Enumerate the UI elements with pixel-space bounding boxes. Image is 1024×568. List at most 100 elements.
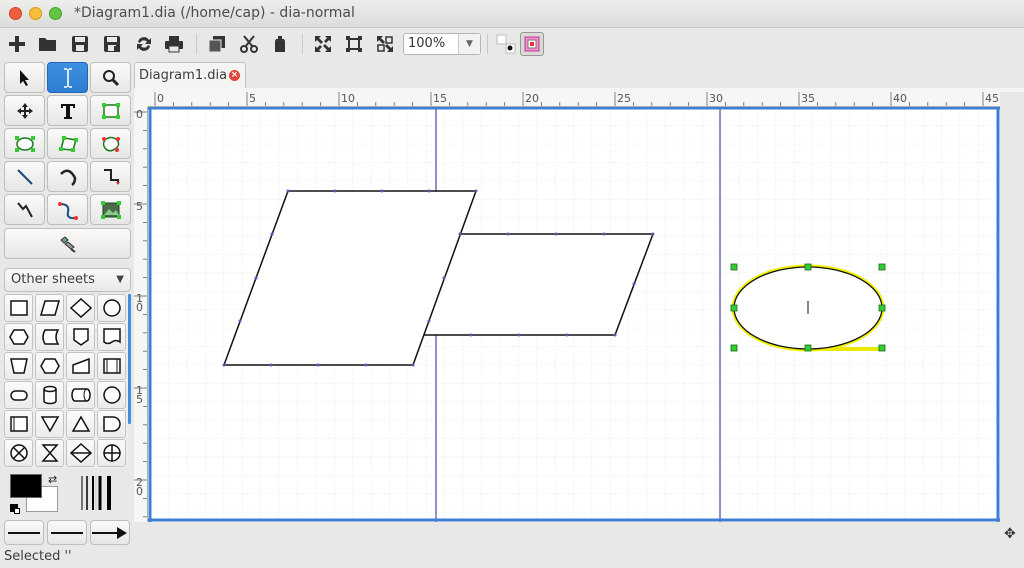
polyline-icon[interactable] — [4, 194, 45, 225]
magnify-icon[interactable] — [90, 62, 131, 93]
zigzag-icon[interactable] — [90, 161, 131, 192]
scroll-icon[interactable] — [4, 95, 45, 126]
navigation-icon[interactable]: ✥ — [1004, 526, 1016, 542]
outline-icon[interactable] — [4, 228, 131, 259]
chevron-down-icon[interactable]: ▼ — [458, 34, 480, 54]
flow-stored-data-shape[interactable] — [35, 323, 64, 351]
ruler-label: 25 — [617, 92, 631, 105]
ruler-label: 5 — [136, 200, 143, 213]
default-colors-icon[interactable] — [10, 504, 20, 514]
flow-extract-shape[interactable] — [66, 410, 95, 438]
copy-icon[interactable] — [205, 32, 229, 56]
open-icon[interactable] — [36, 32, 60, 56]
flow-merge-shape[interactable] — [35, 410, 64, 438]
text-icon[interactable] — [47, 95, 88, 126]
ruler-label: 0 — [136, 108, 143, 121]
flow-document-shape[interactable] — [97, 323, 126, 351]
flow-terminal-shape[interactable] — [4, 381, 33, 409]
ruler-label: 20 — [525, 92, 539, 105]
ruler-label: 10 — [341, 92, 355, 105]
ruler-label: 40 — [893, 92, 907, 105]
tab-label: Diagram1.dia — [139, 68, 228, 83]
flow-circle-shape[interactable] — [97, 381, 126, 409]
line-style-selector[interactable] — [47, 520, 87, 545]
sheet-selector-value: Other sheets — [11, 272, 95, 287]
flow-manual-op-shape[interactable] — [4, 352, 33, 380]
chevron-down-icon: ▼ — [116, 274, 124, 285]
window-title: *Diagram1.dia (/home/cap) - dia-normal — [74, 5, 355, 21]
flow-collate-shape[interactable] — [35, 439, 64, 467]
flow-internal-storage-shape[interactable] — [4, 410, 33, 438]
flow-connector-shape[interactable] — [97, 294, 126, 322]
flow-or-shape[interactable] — [97, 439, 126, 467]
flow-data-shape[interactable] — [35, 294, 64, 322]
flow-disk-shape[interactable] — [35, 381, 64, 409]
ruler-label: 5 — [249, 92, 256, 105]
flow-decision-shape[interactable] — [66, 294, 95, 322]
color-area: ⇄ — [4, 470, 131, 518]
sheet-selector[interactable]: Other sheets ▼ — [4, 268, 131, 292]
flow-preparation-shape[interactable] — [4, 323, 33, 351]
cut-icon[interactable] — [237, 32, 261, 56]
arc-icon[interactable] — [47, 161, 88, 192]
fullscreen-icon[interactable] — [373, 32, 397, 56]
box-icon[interactable] — [90, 95, 131, 126]
close-tab-icon[interactable]: × — [229, 70, 240, 81]
new-icon[interactable] — [5, 32, 29, 56]
flow-predefined-shape[interactable] — [97, 352, 126, 380]
flow-process-shape[interactable] — [4, 294, 33, 322]
parallelogram-shape[interactable] — [421, 232, 655, 337]
print-icon[interactable] — [162, 32, 186, 56]
ellipse-icon[interactable] — [4, 128, 45, 159]
line-style-row — [4, 520, 131, 546]
main-toolbar — [0, 28, 1024, 60]
tab-bar: Diagram1.dia × — [134, 62, 1024, 88]
zoom-value[interactable]: 100% — [408, 36, 445, 51]
end-arrow-selector[interactable] — [90, 520, 130, 545]
pointer-icon[interactable] — [4, 62, 45, 93]
zoom-combo[interactable]: 100% ▼ — [403, 33, 481, 55]
line-icon[interactable] — [4, 161, 45, 192]
flow-summing-junction-shape[interactable] — [4, 439, 33, 467]
image-icon[interactable] — [90, 194, 131, 225]
maximize-window-button[interactable] — [49, 7, 62, 20]
status-bar: Selected '' — [0, 546, 1024, 568]
polygon-icon[interactable] — [47, 128, 88, 159]
zoom-fit-icon[interactable] — [342, 32, 366, 56]
tab-diagram1[interactable]: Diagram1.dia × — [134, 62, 246, 88]
ruler-label: 35 — [801, 92, 815, 105]
object-snap-icon[interactable] — [520, 32, 544, 56]
ruler-label: 15 — [433, 92, 447, 105]
snap-grid-icon[interactable] — [494, 32, 518, 56]
minimize-window-button[interactable] — [29, 7, 42, 20]
vertical-scrollbar[interactable] — [1000, 92, 1024, 524]
ellipse-shape[interactable] — [730, 263, 886, 352]
horizontal-scrollbar[interactable] — [134, 524, 1000, 544]
revert-icon[interactable] — [132, 32, 156, 56]
ruler-label: 15 — [136, 384, 143, 406]
palette-scrollbar[interactable] — [128, 294, 131, 424]
save-as-icon[interactable] — [100, 32, 124, 56]
beziergon-icon[interactable] — [90, 128, 131, 159]
start-arrow-selector[interactable] — [4, 520, 44, 545]
ruler-label: 30 — [709, 92, 723, 105]
line-width-selector[interactable] — [78, 474, 120, 512]
foreground-color-swatch[interactable] — [10, 474, 42, 498]
swap-colors-icon[interactable]: ⇄ — [48, 473, 57, 486]
flow-preparation-2-shape[interactable] — [35, 352, 64, 380]
save-icon[interactable] — [68, 32, 92, 56]
ruler-label: 45 — [985, 92, 999, 105]
flow-offpage-shape[interactable] — [66, 323, 95, 351]
bezier-icon[interactable] — [47, 194, 88, 225]
flow-direct-data-shape[interactable] — [66, 381, 95, 409]
text-edit-icon[interactable] — [47, 62, 88, 93]
close-window-button[interactable] — [9, 7, 22, 20]
flow-manual-input-shape[interactable] — [66, 352, 95, 380]
diagram-canvas[interactable] — [148, 107, 1000, 522]
shape-palette — [4, 294, 128, 468]
flow-sort-shape[interactable] — [66, 439, 95, 467]
ruler-label: 10 — [136, 292, 143, 314]
paste-icon[interactable] — [268, 32, 292, 56]
best-fit-icon[interactable] — [311, 32, 335, 56]
flow-delay-shape[interactable] — [97, 410, 126, 438]
